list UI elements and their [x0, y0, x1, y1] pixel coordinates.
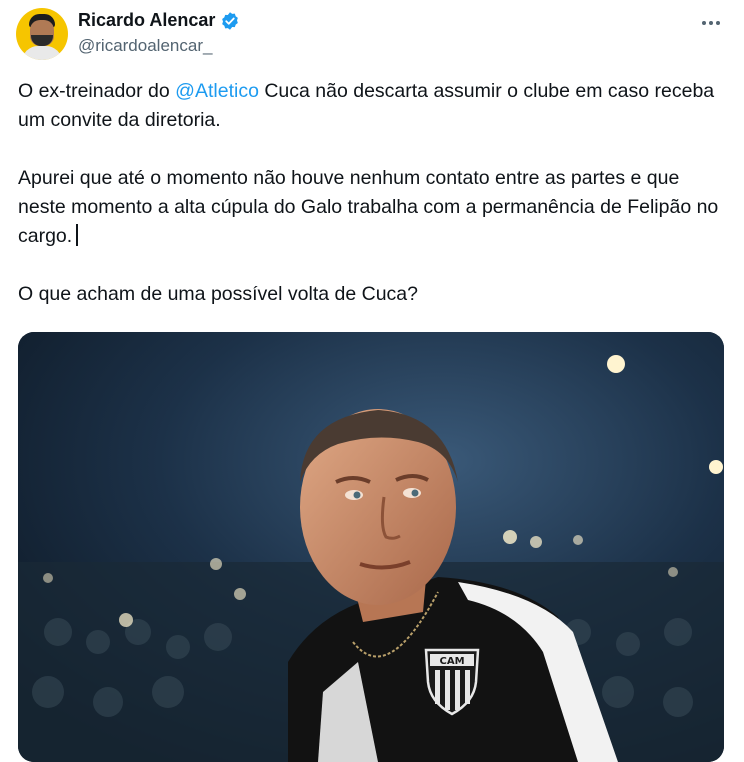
verified-badge-icon — [222, 11, 239, 30]
crest-text: CAM — [439, 656, 464, 667]
author-display-name[interactable]: Ricardo Alencar — [78, 10, 215, 31]
mention-link[interactable]: @Atletico — [175, 80, 259, 102]
tweet-text-segment: Apurei que até o momento não houve nenhu… — [18, 167, 719, 247]
tweet-text: O ex-treinador do @Atletico Cuca não des… — [18, 77, 730, 309]
author-avatar[interactable] — [16, 8, 68, 60]
tweet-paragraph-1: O ex-treinador do @Atletico Cuca não des… — [18, 77, 730, 135]
author-name-row: Ricardo Alencar — [78, 10, 240, 31]
author-handle[interactable]: @ricardoalencar_ — [78, 36, 212, 56]
tweet-paragraph-2: Apurei que até o momento não houve nenhu… — [18, 164, 730, 251]
tweet-paragraph-3: O que acham de uma possível volta de Cuc… — [18, 283, 418, 305]
tweet-text-segment: O ex-treinador do — [18, 80, 176, 102]
tweet-media-photo[interactable]: CAM — [18, 332, 724, 762]
more-options-icon[interactable] — [698, 10, 724, 36]
tweet-card: Ricardo Alencar @ricardoalencar_ O ex-tr… — [0, 0, 744, 762]
photo-illustration: CAM — [18, 332, 724, 762]
text-cursor — [76, 224, 78, 246]
